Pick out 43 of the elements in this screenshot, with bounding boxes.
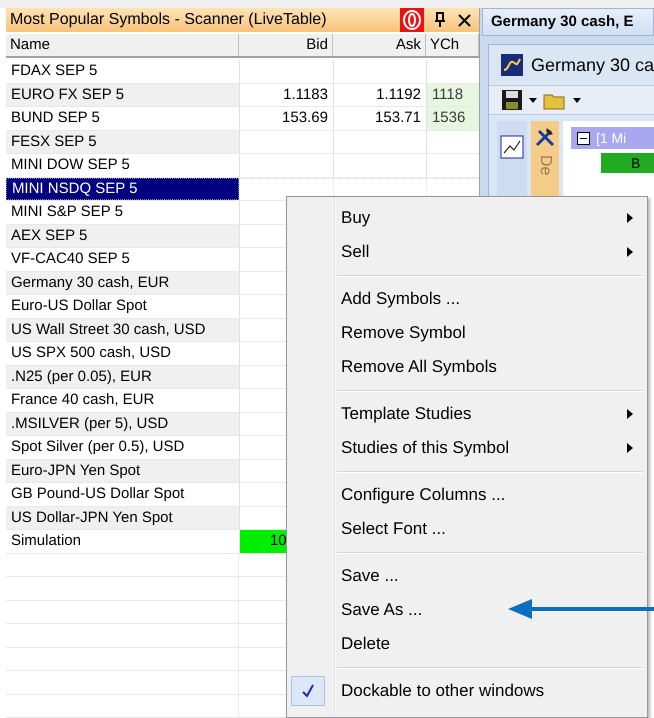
price-cell: 153.69 xyxy=(238,107,333,130)
price-cell: 1.1183 xyxy=(238,84,333,106)
symbol-cell[interactable]: AEX SEP 5 xyxy=(6,224,239,247)
menu-item[interactable]: Remove Symbol xyxy=(287,316,647,350)
symbol-cell[interactable]: US Wall Street 30 cash, USD xyxy=(6,318,239,341)
line-chart-icon[interactable] xyxy=(500,135,524,159)
pin-icon[interactable] xyxy=(434,12,446,28)
collapse-icon[interactable] xyxy=(576,132,590,144)
column-header[interactable]: Ask xyxy=(332,34,426,56)
symbol-cell[interactable]: Euro-JPN Yen Spot xyxy=(6,460,239,482)
menu-item[interactable]: Add Symbols ... xyxy=(287,282,647,316)
symbol-cell[interactable]: EURO FX SEP 5 xyxy=(6,84,239,106)
column-header[interactable]: YCh xyxy=(426,34,479,56)
dropdown-caret-icon[interactable] xyxy=(528,98,537,102)
menu-item[interactable]: Buy xyxy=(287,201,647,235)
symbol-cell[interactable]: MINI NSDQ SEP 5 xyxy=(6,178,239,200)
symbol-cell[interactable]: FESX SEP 5 xyxy=(6,130,239,153)
menu-item[interactable]: Save As ... xyxy=(287,593,647,627)
change-cell: 1536 xyxy=(426,107,479,130)
panel-title: Most Popular Symbols - Scanner (LiveTable) xyxy=(10,10,327,30)
menu-item[interactable]: Save ... xyxy=(287,559,647,593)
symbol-cell[interactable]: US Dollar-JPN Yen Spot xyxy=(6,506,239,529)
symbol-cell[interactable]: .MSILVER (per 5), USD xyxy=(6,412,239,435)
symbol-cell[interactable]: .N25 (per 0.05), EUR xyxy=(6,366,239,388)
window-title: Germany 30 ca xyxy=(530,54,654,77)
save-icon[interactable] xyxy=(500,89,523,111)
change-cell: 1118 xyxy=(426,84,479,106)
column-header[interactable]: Name xyxy=(6,34,239,56)
column-header[interactable]: Bid xyxy=(238,34,333,56)
chart-window-icon xyxy=(500,54,523,76)
menu-item[interactable]: Sell xyxy=(287,235,647,269)
menu-item[interactable]: Dockable to other windows xyxy=(287,674,647,708)
menu-item[interactable]: Remove All Symbols xyxy=(287,350,647,384)
menu-item[interactable]: Template Studies xyxy=(287,397,647,431)
close-icon[interactable] xyxy=(458,14,471,26)
dropdown-caret-icon[interactable] xyxy=(572,98,581,102)
menu-item[interactable]: Configure Columns ... xyxy=(287,478,647,512)
window-tab[interactable]: Germany 30 cash, E xyxy=(482,8,654,36)
menu-item[interactable]: Studies of this Symbol xyxy=(287,431,647,465)
symbol-cell[interactable]: Germany 30 cash, EUR xyxy=(6,272,239,294)
menu-item[interactable]: Delete xyxy=(287,627,647,661)
panel-header: [1 Mi xyxy=(570,127,654,149)
panel-button[interactable]: B xyxy=(600,153,654,173)
